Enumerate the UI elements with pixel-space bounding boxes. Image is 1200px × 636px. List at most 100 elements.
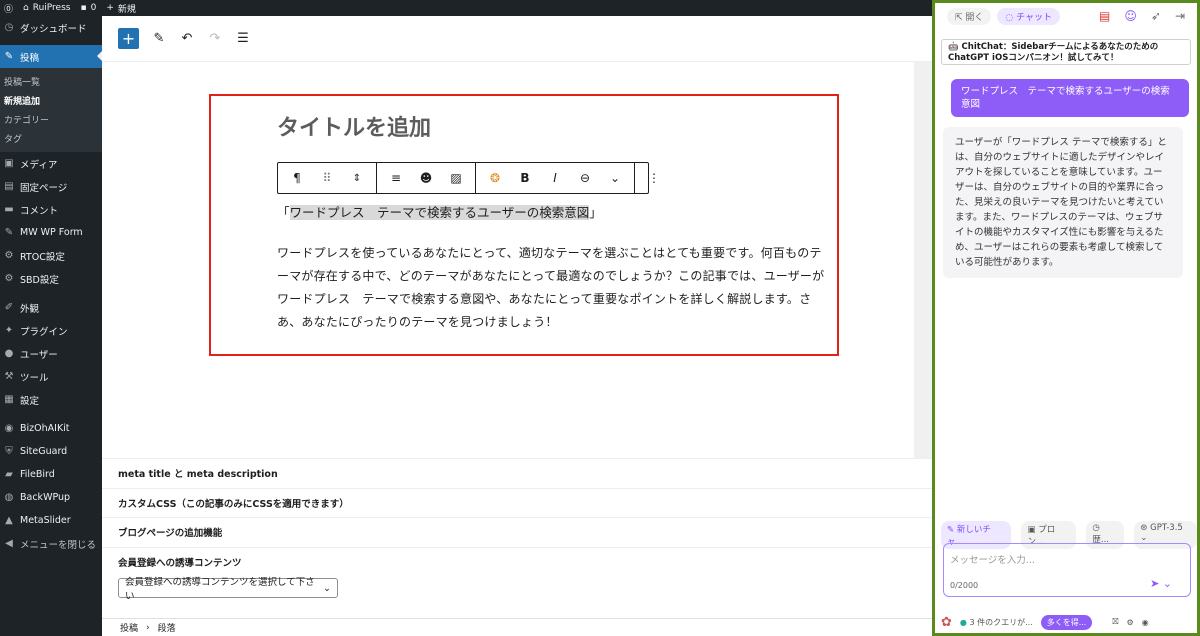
- robot-icon[interactable]: ☺: [1124, 9, 1137, 23]
- collapse-icon: ◀: [5, 538, 13, 549]
- add-block-button[interactable]: +: [118, 28, 139, 49]
- sidebar-item-settings[interactable]: ▦ 設定: [0, 388, 102, 411]
- comment-icon: ▪: [80, 3, 87, 13]
- collapse-icon[interactable]: ⇥: [1175, 9, 1185, 23]
- query-icon: ●: [959, 617, 970, 627]
- comments-link[interactable]: ▪ 0: [80, 3, 96, 13]
- tab-chat[interactable]: ◌ チャット: [997, 7, 1061, 25]
- sidebar-item-mwwpform[interactable]: ✎ MW WP Form: [0, 221, 102, 244]
- backup-icon: ◍: [4, 492, 14, 503]
- sidebar-item-backwpup[interactable]: ◍ BackWPup: [0, 486, 102, 509]
- editor-toolbar: + ✎ ↶ ↷ ☰: [102, 16, 932, 62]
- metabox-meta-title[interactable]: meta title と meta description: [102, 458, 932, 488]
- site-link[interactable]: ⌂ RuiPress: [23, 3, 70, 13]
- queries-status: ● 3 件のクエリが...: [959, 617, 1033, 627]
- plugin-icon: ◉: [4, 423, 14, 434]
- redo-icon[interactable]: ↷: [207, 31, 223, 46]
- submenu-add-new[interactable]: 新規追加: [0, 91, 102, 110]
- sidebar-item-comments[interactable]: ▬ コメント: [0, 198, 102, 221]
- slider-icon: ▲: [5, 515, 13, 526]
- sidebar-collapse-menu[interactable]: ◀ メニューを閉じる: [0, 532, 102, 555]
- media-icon: ▣: [4, 158, 14, 169]
- paragraph-block[interactable]: ワードプレスを使っているあなたにとって、適切なテーマを選ぶことはとても重要です。…: [277, 242, 827, 334]
- sidebar-item-plugins[interactable]: ✦ プラグイン: [0, 319, 102, 342]
- rocket-icon[interactable]: ➶: [1151, 9, 1161, 23]
- openai-icon: ⊛: [1140, 523, 1151, 533]
- list-view-icon[interactable]: ☰: [235, 31, 251, 46]
- char-counter: 0/2000: [950, 581, 979, 590]
- breadcrumb-separator: ›: [146, 622, 150, 633]
- gear-icon: ⚙: [4, 273, 14, 284]
- sidebar-submenu-posts: 投稿一覧 新規追加 カテゴリー タグ: [0, 68, 102, 152]
- chit-header: ⇱ 開く ◌ チャット ▤ ☺ ➶ ⇥: [935, 3, 1197, 29]
- image-icon[interactable]: ▨: [441, 171, 471, 185]
- metabox-blog-extra[interactable]: ブログページの追加機能: [102, 517, 932, 547]
- sidebar-item-tools[interactable]: ⚒ ツール: [0, 365, 102, 388]
- get-more-button[interactable]: 多くを得...: [1040, 614, 1093, 630]
- chat-icon: ✎: [947, 525, 957, 535]
- wrench-icon: ⚒: [4, 371, 14, 382]
- sidebar-item-pages[interactable]: ▤ 固定ページ: [0, 175, 102, 198]
- settings-icon: ▦: [4, 394, 14, 405]
- brain-icon[interactable]: ✿: [941, 615, 952, 630]
- robot-icon[interactable]: ❂: [480, 171, 510, 185]
- paragraph-icon[interactable]: ¶: [282, 171, 312, 185]
- pin-icon: ✎: [4, 227, 14, 238]
- assistant-reply: ユーザーが「ワードプレス テーマで検索する」とは、自分のウェブサイトに適したデザ…: [943, 127, 1183, 278]
- sidebar-item-rtoc[interactable]: ⚙ RTOC設定: [0, 244, 102, 267]
- sidebar-item-users[interactable]: ● ユーザー: [0, 342, 102, 365]
- post-title[interactable]: タイトルを追加: [277, 110, 431, 142]
- submenu-all-posts[interactable]: 投稿一覧: [0, 72, 102, 91]
- align-icon[interactable]: ≡: [381, 171, 411, 185]
- sidebar-item-media[interactable]: ▣ メディア: [0, 152, 102, 175]
- breadcrumb-paragraph[interactable]: 段落: [158, 621, 176, 634]
- home-icon: ⌂: [23, 3, 29, 13]
- ai-head-icon[interactable]: ☻: [411, 171, 441, 185]
- plugin-icon: ✦: [4, 325, 14, 336]
- shield-icon: ⛨: [5, 446, 13, 457]
- undo-icon[interactable]: ↶: [179, 31, 195, 46]
- send-icon[interactable]: ➤ ⌄: [1150, 577, 1172, 590]
- sidebar-item-sbd[interactable]: ⚙ SBD設定: [0, 267, 102, 290]
- brush-icon: ✐: [4, 302, 14, 313]
- plus-icon: +: [106, 3, 114, 13]
- submenu-categories[interactable]: カテゴリー: [0, 110, 102, 129]
- more-options-icon[interactable]: ⋮: [639, 171, 669, 185]
- gear-icon[interactable]: ⚙: [1126, 618, 1133, 627]
- message-input[interactable]: メッセージを入力... 0/2000 ➤ ⌄: [943, 543, 1191, 597]
- sidebar-item-metaslider[interactable]: ▲ MetaSlider: [0, 509, 102, 532]
- drag-handle-icon[interactable]: ⠿: [312, 171, 342, 185]
- tab-open[interactable]: ⇱ 開く: [947, 7, 992, 25]
- wordpress-icon[interactable]: ⓪: [4, 2, 13, 15]
- sidebar-item-posts[interactable]: ✎ 投稿: [0, 45, 102, 68]
- breadcrumb-post[interactable]: 投稿: [120, 621, 138, 634]
- gear-icon: ⚙: [4, 250, 14, 261]
- sidebar-item-siteguard[interactable]: ⛨ SiteGuard: [0, 440, 102, 463]
- link-icon[interactable]: ⊖: [570, 171, 600, 185]
- sidebar-item-appearance[interactable]: ✐ 外観: [0, 296, 102, 319]
- sidebar-item-bizohaikit[interactable]: ◉ BizOhAIKit: [0, 417, 102, 440]
- avatar[interactable]: ◉: [1142, 618, 1149, 627]
- new-link[interactable]: + 新規: [106, 2, 136, 15]
- metabox-custom-css[interactable]: カスタムCSS（この記事のみにCSSを適用できます）: [102, 487, 932, 518]
- submenu-tags[interactable]: タグ: [0, 129, 102, 148]
- member-content-select[interactable]: 会員登録への誘導コンテンツを選択して下さい ⌄: [118, 577, 338, 602]
- pdf-icon[interactable]: ▤: [1099, 9, 1110, 23]
- metabox-member-content[interactable]: 会員登録への誘導コンテンツ: [102, 546, 932, 577]
- move-updown-icon[interactable]: ⇕: [342, 173, 372, 184]
- pen-icon[interactable]: ✎: [151, 31, 167, 46]
- chit-footer: ✿ ● 3 件のクエリが... 多くを得... ⛝ ⚙ ◉: [941, 611, 1191, 633]
- gift-icon[interactable]: ⛝: [1112, 617, 1118, 627]
- sidebar-item-filebird[interactable]: ▰ FileBird: [0, 463, 102, 486]
- dashboard-icon: ◷: [4, 22, 14, 33]
- highlighted-content-area: タイトルを追加 ¶ ⠿ ⇕ ≡ ☻ ▨ ❂ B I ⊖ ⌄ ⋮ 「ワードプレス …: [209, 94, 839, 356]
- bold-icon[interactable]: B: [510, 171, 540, 185]
- prompt-icon: ▣: [1027, 525, 1039, 535]
- open-icon: ⇱: [955, 12, 966, 23]
- italic-icon[interactable]: I: [540, 171, 570, 185]
- promo-banner[interactable]: 🤖 ChitChat：Sidebarチームによるあなたのための ChatGPT …: [941, 39, 1191, 65]
- chevron-down-icon[interactable]: ⌄: [600, 171, 630, 185]
- sidebar-item-dashboard[interactable]: ◷ ダッシュボード: [0, 16, 102, 39]
- folder-icon: ▰: [5, 469, 13, 480]
- selected-text-line[interactable]: 「ワードプレス テーマで検索するユーザーの検索意図」: [277, 202, 602, 221]
